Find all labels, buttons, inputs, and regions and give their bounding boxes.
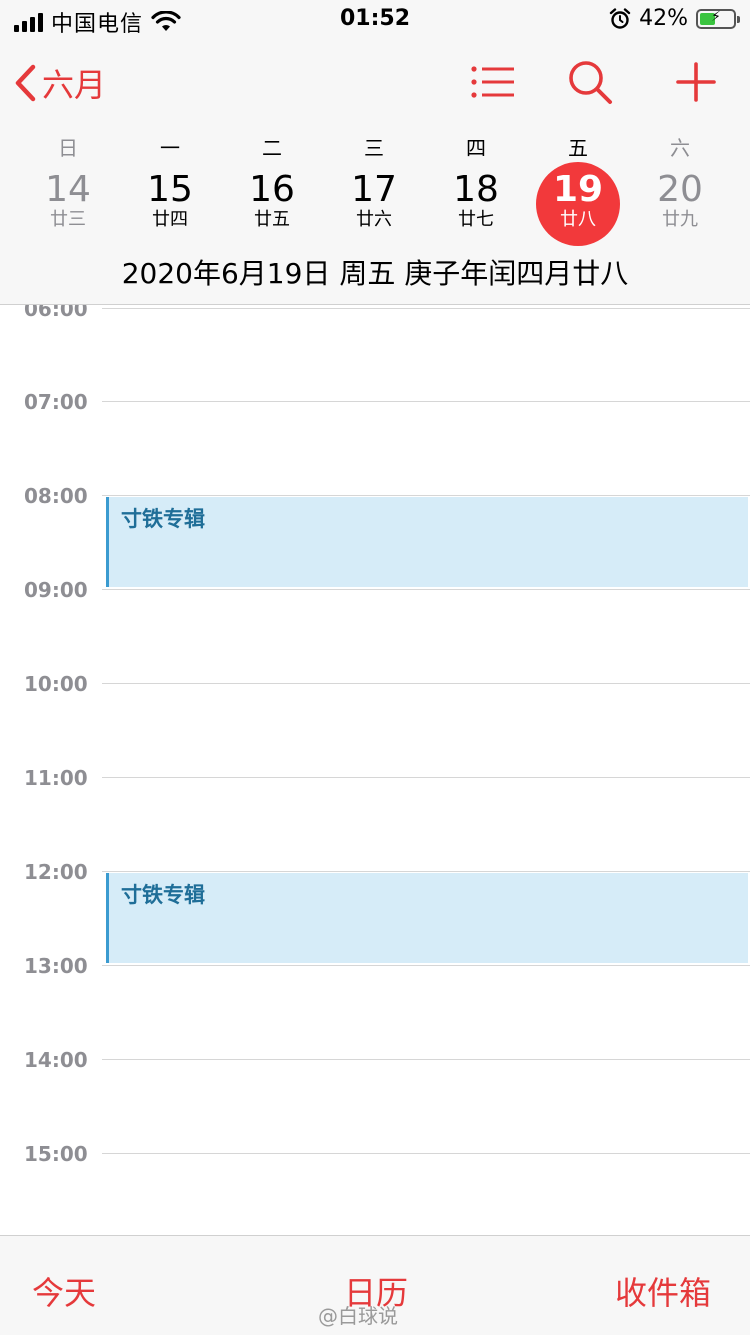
add-icon[interactable]	[672, 58, 720, 106]
hour-line	[102, 965, 750, 966]
hour-label: 10:00	[24, 672, 88, 696]
hour-line	[102, 871, 750, 872]
hour-label: 15:00	[24, 1142, 88, 1166]
battery-percent: 42%	[639, 6, 688, 31]
day-number: 17	[351, 169, 397, 210]
day-number: 20	[657, 169, 703, 210]
day-lunar: 廿四	[152, 209, 188, 230]
search-icon[interactable]	[566, 58, 614, 106]
hour-label: 13:00	[24, 954, 88, 978]
status-bar: 中国电信 01:52 42% ⚡	[0, 0, 750, 40]
day-lunar: 廿五	[254, 209, 290, 230]
calendar-header: 六月 日 一 二 三 四 五 六 14 廿三 15 廿四 16 廿五 17 廿六…	[0, 40, 750, 305]
hour-line	[102, 777, 750, 778]
calendar-event[interactable]: 寸铁专辑	[106, 497, 748, 587]
weekday-label: 五	[568, 136, 588, 160]
list-icon[interactable]	[468, 58, 516, 106]
weekday-label: 日	[58, 136, 78, 160]
weekday-label: 二	[262, 136, 282, 160]
hour-label: 11:00	[24, 766, 88, 790]
weekday-row: 日 一 二 三 四 五 六	[0, 132, 750, 162]
day-number: 19	[552, 169, 604, 210]
day-cell[interactable]: 17 廿六	[332, 162, 416, 246]
inbox-button[interactable]: 收件箱	[615, 1268, 711, 1314]
day-cell[interactable]: 20 廿九	[638, 162, 722, 246]
day-number: 14	[45, 169, 91, 210]
day-timeline[interactable]: 06:00 07:00 08:00 09:00 10:00 11:00 12:0…	[0, 305, 750, 1235]
day-lunar: 廿三	[50, 209, 86, 230]
day-lunar: 廿九	[662, 209, 698, 230]
day-lunar: 廿七	[458, 209, 494, 230]
alarm-icon	[609, 7, 631, 29]
week-dates-row: 14 廿三 15 廿四 16 廿五 17 廿六 18 廿七 19 廿八 20 廿…	[0, 162, 750, 248]
hour-label: 12:00	[24, 860, 88, 884]
hour-line	[102, 495, 750, 496]
today-button[interactable]: 今天	[32, 1268, 96, 1314]
day-lunar: 廿八	[560, 209, 596, 230]
hour-label: 08:00	[24, 484, 88, 508]
day-number: 15	[147, 169, 193, 210]
day-cell[interactable]: 14 廿三	[26, 162, 110, 246]
status-right: 42% ⚡	[609, 6, 740, 31]
hour-label: 14:00	[24, 1048, 88, 1072]
selected-date-title: 2020年6月19日 周五 庚子年闰四月廿八	[121, 257, 629, 290]
calendar-event[interactable]: 寸铁专辑	[106, 873, 748, 963]
watermark-text: @白球说	[318, 1304, 398, 1328]
weekday-label: 四	[466, 136, 486, 160]
back-button[interactable]: 六月	[14, 60, 106, 106]
battery-charging-icon: ⚡	[696, 8, 740, 29]
weekday-label: 六	[670, 136, 690, 160]
hour-line	[102, 1059, 750, 1060]
hour-label: 06:00	[24, 305, 88, 321]
event-title: 寸铁专辑	[121, 507, 205, 531]
hour-line	[102, 1153, 750, 1154]
day-cell[interactable]: 16 廿五	[230, 162, 314, 246]
hour-line	[102, 401, 750, 402]
weekday-label: 三	[364, 136, 384, 160]
day-cell[interactable]: 18 廿七	[434, 162, 518, 246]
day-cell[interactable]: 15 廿四	[128, 162, 212, 246]
hour-line	[102, 589, 750, 590]
day-number: 16	[249, 169, 295, 210]
weekday-label: 一	[160, 136, 180, 160]
chevron-left-icon	[15, 64, 36, 102]
hour-label: 07:00	[24, 390, 88, 414]
day-cell-selected[interactable]: 19 廿八	[536, 162, 620, 246]
hour-line	[102, 308, 750, 309]
day-lunar: 廿六	[356, 209, 392, 230]
back-button-label: 六月	[42, 66, 107, 104]
day-number: 18	[453, 169, 499, 210]
event-title: 寸铁专辑	[121, 883, 205, 907]
hour-line	[102, 683, 750, 684]
hour-label: 09:00	[24, 578, 88, 602]
